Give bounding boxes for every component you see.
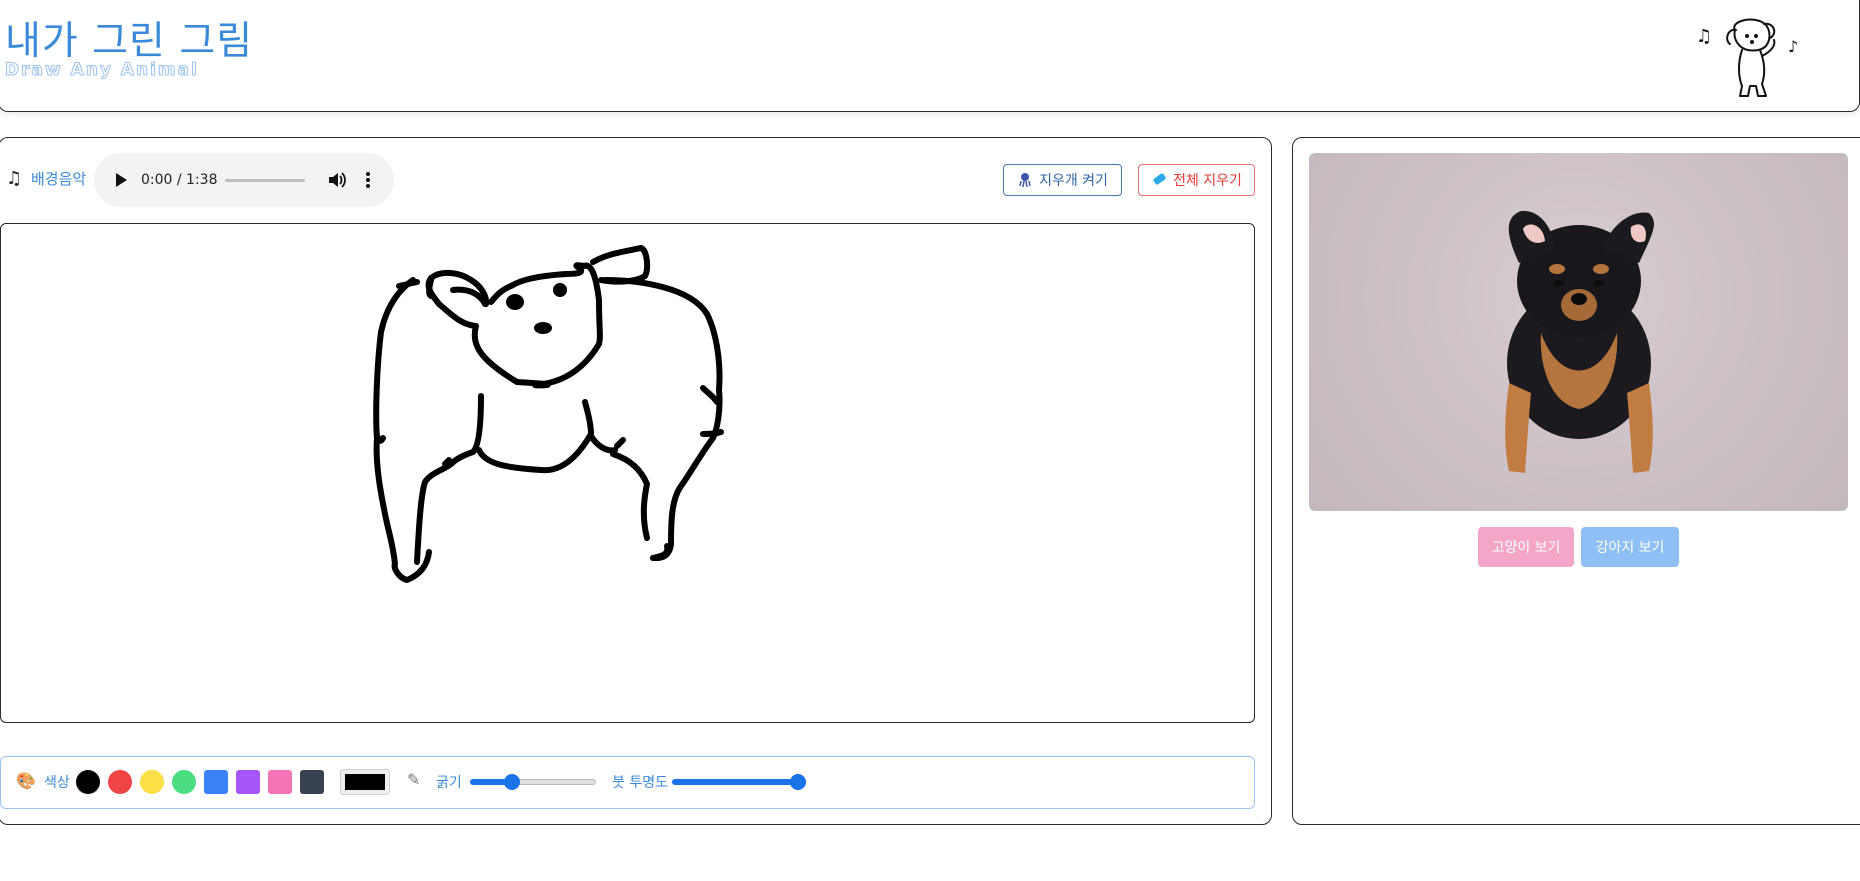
swatch-green[interactable] [172, 770, 196, 794]
thickness-thumb[interactable] [503, 774, 520, 790]
thickness-slider[interactable] [470, 774, 596, 790]
swatch-blue[interactable] [204, 770, 228, 794]
swatch-purple[interactable] [236, 770, 260, 794]
audio-time: 0:00 / 1:38 [141, 172, 218, 188]
clear-eraser-icon [1153, 173, 1166, 185]
show-cat-button[interactable]: 고양이 보기 [1478, 527, 1574, 567]
clear-all-button[interactable]: 전체 지우기 [1138, 164, 1255, 196]
volume-icon[interactable] [327, 170, 347, 190]
opacity-fill [672, 779, 798, 785]
swatch-yellow[interactable] [140, 770, 164, 794]
thickness-label: 굵기 [436, 775, 462, 791]
svg-text:♪: ♪ [1788, 37, 1798, 56]
opacity-thumb[interactable] [790, 774, 806, 790]
show-dog-button[interactable]: 강아지 보기 [1581, 527, 1679, 567]
audio-progress[interactable] [225, 179, 305, 182]
eraser-toggle-button[interactable]: 지우개 켜기 [1003, 164, 1122, 196]
dog-sketch [373, 245, 724, 583]
music-label: 배경음악 [31, 170, 87, 188]
app-subtitle: Draw Any Animal [5, 60, 199, 81]
reference-dog-photo [1309, 153, 1848, 511]
swatch-slate[interactable] [300, 770, 324, 794]
app-header: 내가 그린 그림 Draw Any Animal [0, 0, 1860, 112]
swatch-red[interactable] [108, 770, 132, 794]
music-note-icon: ♫ [6, 168, 23, 189]
dog-mascot-icon: ♫ ♪ [1696, 18, 1798, 97]
swatch-pink[interactable] [268, 770, 292, 794]
current-color-preview [345, 774, 385, 790]
custom-color-picker[interactable] [340, 769, 390, 795]
pencil-icon: ✎ [407, 770, 421, 789]
opacity-label: 붓 투명도 [612, 775, 668, 791]
eraser-button-label: 지우개 켜기 [1039, 173, 1108, 189]
more-options-icon[interactable] [364, 170, 372, 190]
clear-button-label: 전체 지우기 [1173, 173, 1242, 189]
drawing-canvas[interactable] [0, 223, 1255, 723]
svg-text:♫: ♫ [1696, 26, 1712, 47]
color-label: 색상 [44, 775, 70, 791]
swatch-black[interactable] [76, 770, 100, 794]
dog-photo-illustration [1505, 210, 1654, 473]
play-icon[interactable] [114, 172, 128, 188]
palette-icon: 🎨 [16, 771, 36, 790]
opacity-slider[interactable] [672, 774, 806, 790]
app-title: 내가 그린 그림 [5, 19, 254, 64]
eraser-icon [1019, 173, 1031, 188]
